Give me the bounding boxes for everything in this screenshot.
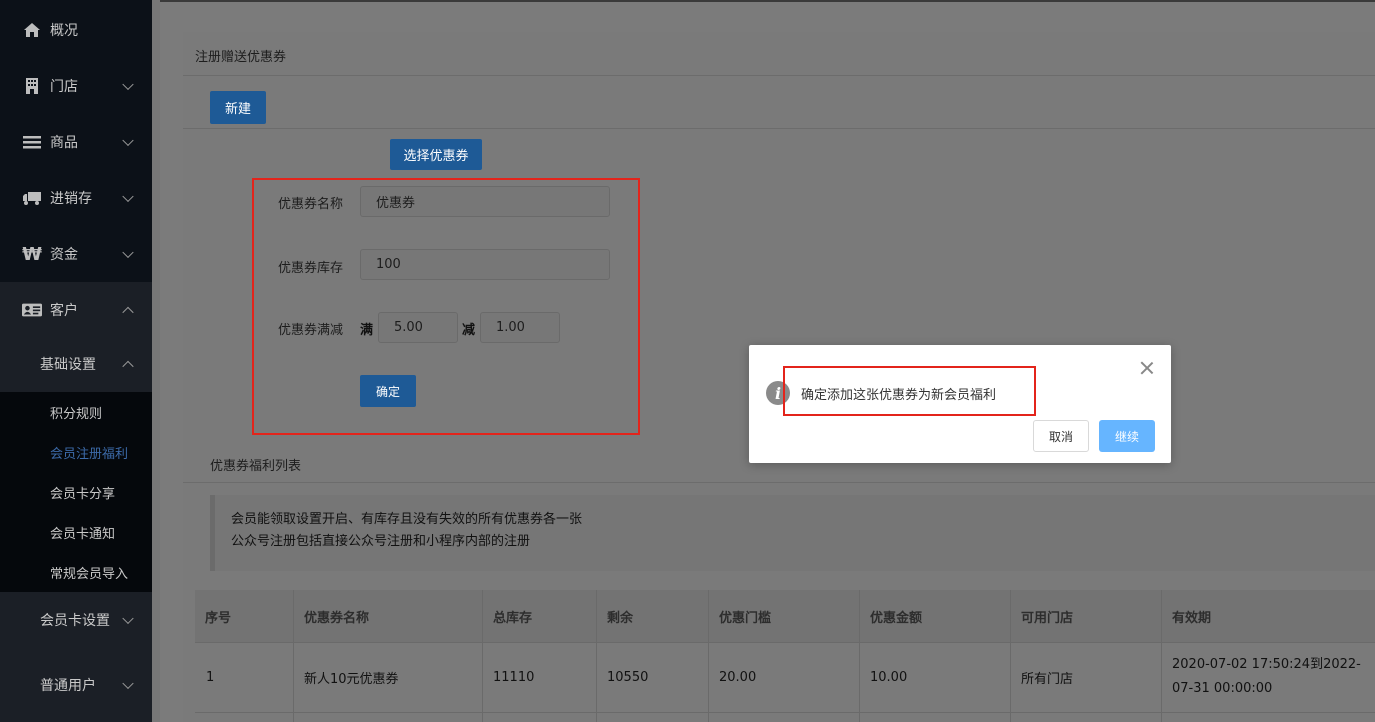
divider xyxy=(195,712,1375,713)
chevron-down-icon xyxy=(122,612,134,625)
sub-menu-label: 基础设置 xyxy=(40,357,96,373)
chevron-down-icon xyxy=(122,78,134,91)
chevron-down-icon xyxy=(122,190,134,203)
coupon-list-title: 优惠券福利列表 xyxy=(210,459,302,474)
table-cell: 20.00 xyxy=(719,669,757,685)
table-header: 优惠金额 xyxy=(860,590,1010,642)
note-line: 会员能领取设置开启、有库存且没有失效的所有优惠券各一张 xyxy=(231,512,583,527)
table-cell: 1 xyxy=(206,669,215,685)
chevron-down-icon xyxy=(122,134,134,147)
sub-menu-normal-users[interactable]: 普通用户 xyxy=(0,648,152,722)
nav-label: 门店 xyxy=(50,79,78,95)
page-title: 注册赠送优惠券 xyxy=(195,50,287,65)
divider xyxy=(183,128,1375,129)
nav-item-customer[interactable]: 客户 xyxy=(0,282,152,338)
won-icon: ₩ xyxy=(22,243,42,265)
chevron-down-icon xyxy=(122,677,134,690)
select-coupon-button[interactable]: 选择优惠券 xyxy=(390,139,482,170)
chevron-up-icon xyxy=(122,306,134,319)
new-button[interactable]: 新建 xyxy=(210,91,266,124)
table-header: 序号 xyxy=(195,590,293,642)
menu-item-card-notify[interactable]: 会员卡通知 xyxy=(0,512,152,552)
table-cell: 11110 xyxy=(493,669,535,685)
id-card-icon xyxy=(22,300,42,320)
menu-item-member-import[interactable]: 常规会员导入 xyxy=(0,552,152,592)
note-line: 公众号注册包括直接公众号注册和小程序内部的注册 xyxy=(231,534,531,549)
sub-menu-card-settings[interactable]: 会员卡设置 xyxy=(0,592,152,648)
highlight-box-dialog xyxy=(783,366,1036,416)
close-icon[interactable] xyxy=(1140,361,1154,375)
nav-item-funds[interactable]: ₩ 资金 xyxy=(0,226,152,282)
table-cell: 10.00 xyxy=(870,669,908,685)
menu-item-card-share[interactable]: 会员卡分享 xyxy=(0,472,152,512)
nav-label: 进销存 xyxy=(50,191,92,207)
gutter xyxy=(152,0,160,722)
table-header: 可用门店 xyxy=(1011,590,1161,642)
nav-label: 概况 xyxy=(50,23,78,39)
nav-label: 资金 xyxy=(50,247,78,263)
table-header: 优惠券名称 xyxy=(294,590,482,642)
nav-item-overview[interactable]: 概况 xyxy=(0,2,152,58)
info-note: 会员能领取设置开启、有库存且没有失效的所有优惠券各一张 公众号注册包括直接公众号… xyxy=(210,495,1375,571)
highlight-box-form xyxy=(252,178,640,435)
chevron-down-icon xyxy=(122,246,134,259)
nav-label: 商品 xyxy=(50,135,78,151)
nav-label: 客户 xyxy=(50,303,78,319)
truck-icon xyxy=(22,188,42,208)
table-header: 总库存 xyxy=(483,590,596,642)
menu-item-points-rules[interactable]: 积分规则 xyxy=(0,392,152,432)
nav-item-inventory[interactable]: 进销存 xyxy=(0,170,152,226)
table-header: 剩余 xyxy=(597,590,708,642)
building-icon xyxy=(22,76,42,96)
table-cell: 所有门店 xyxy=(1021,671,1074,687)
table-header: 优惠门槛 xyxy=(709,590,859,642)
nav-item-products[interactable]: 商品 xyxy=(0,114,152,170)
table-cell: 10550 xyxy=(607,669,649,685)
nav-item-store[interactable]: 门店 xyxy=(0,58,152,114)
sidebar: 概况 门店 商品 进销存 ₩ 资金 客户 基础设置 积分规则 会员注册福利 会员… xyxy=(0,0,152,722)
home-icon xyxy=(22,20,42,40)
sub-menu-label: 会员卡设置 xyxy=(40,613,110,629)
divider xyxy=(183,75,1375,76)
continue-button[interactable]: 继续 xyxy=(1099,420,1155,452)
chevron-up-icon xyxy=(122,360,134,373)
table-cell: 新人10元优惠券 xyxy=(304,671,399,687)
cancel-button[interactable]: 取消 xyxy=(1033,420,1089,452)
table-header: 有效期 xyxy=(1162,590,1375,642)
table-cell-validity: 2020-07-02 17:50:24到2022-07-31 00:00:00 xyxy=(1172,657,1361,696)
sub-menu-basic-settings[interactable]: 基础设置 xyxy=(0,336,152,392)
top-border xyxy=(160,0,1375,2)
divider xyxy=(183,482,1375,483)
list-icon xyxy=(22,132,42,152)
menu-item-member-register-benefits[interactable]: 会员注册福利 xyxy=(0,432,152,472)
leaf-menu: 积分规则 会员注册福利 会员卡分享 会员卡通知 常规会员导入 xyxy=(0,392,152,592)
sub-menu-label: 普通用户 xyxy=(40,678,96,694)
